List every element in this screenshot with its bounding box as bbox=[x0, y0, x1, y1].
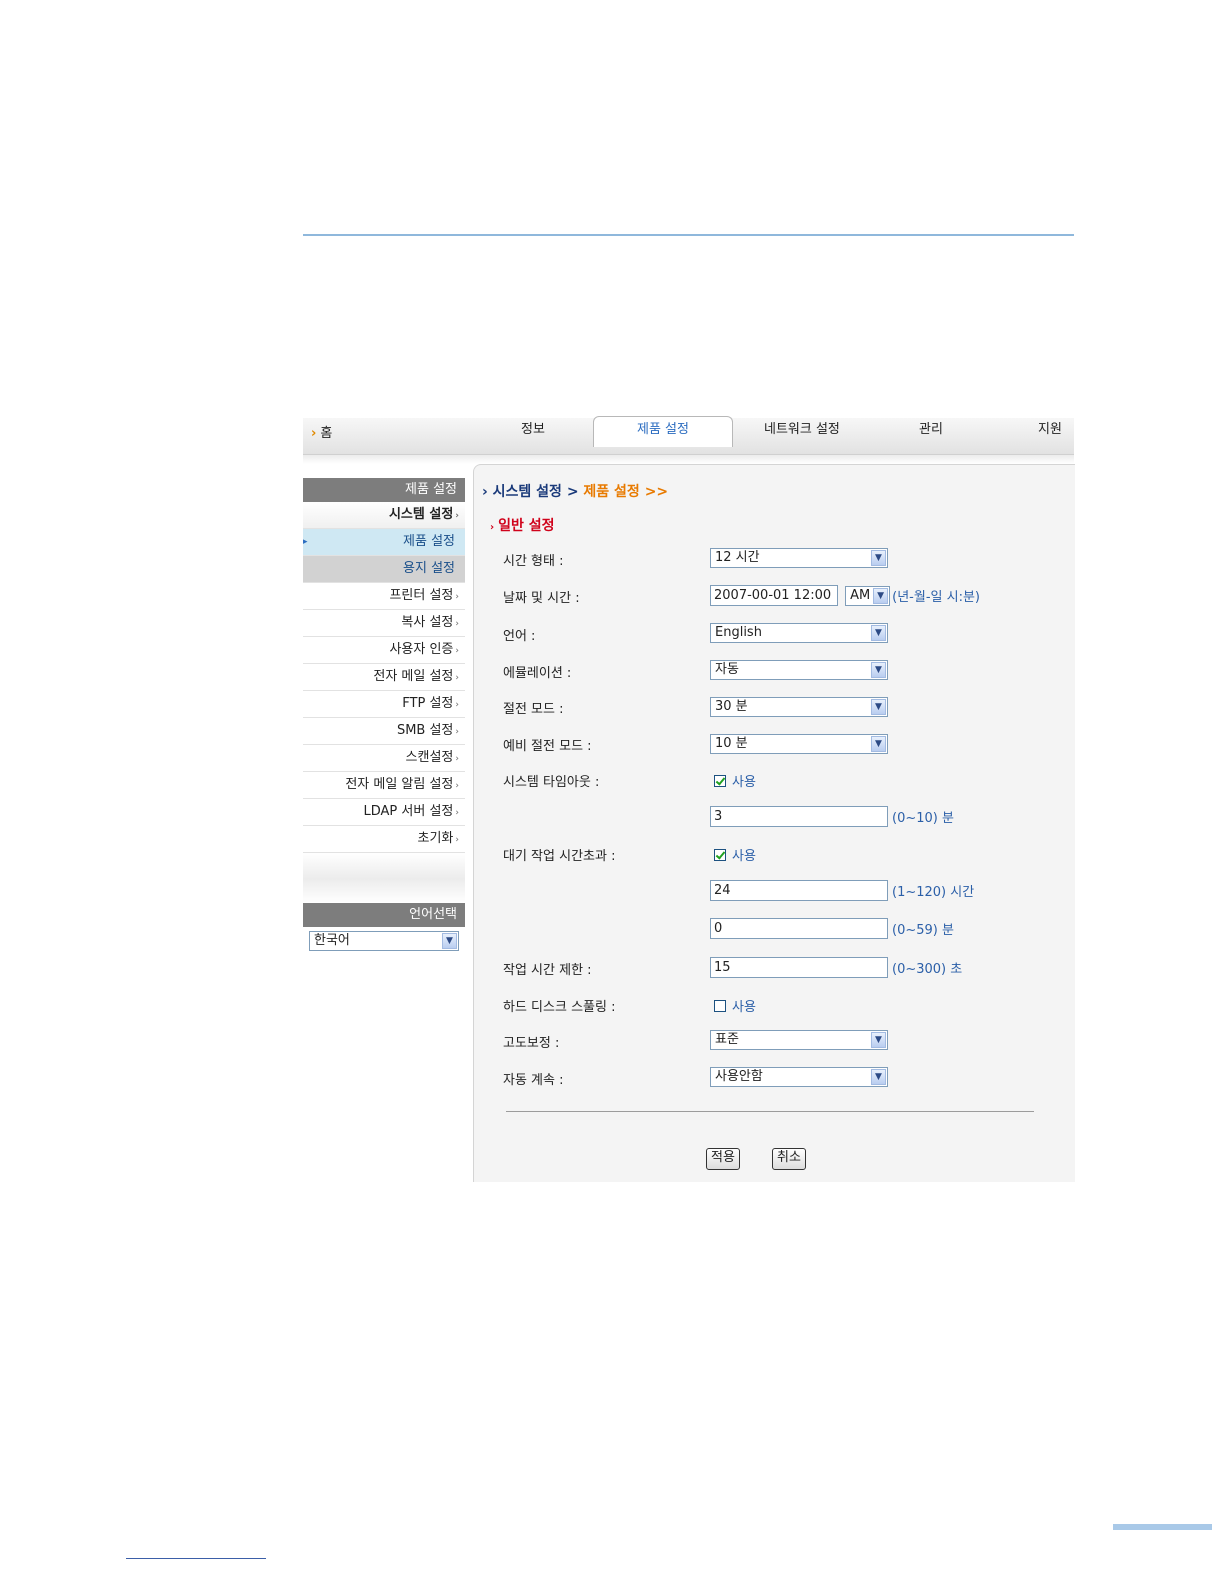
chevron-down-icon: ▼ bbox=[871, 1032, 886, 1048]
chevron-down-icon: ▼ bbox=[871, 1069, 886, 1085]
sidebar-item-ldap-settings[interactable]: LDAP 서버 설정 › bbox=[303, 799, 465, 826]
chevron-right-icon: › bbox=[455, 673, 459, 683]
altitude-label: 고도보정 : bbox=[503, 1036, 560, 1051]
hdd-spooling-label: 하드 디스크 스풀링 : bbox=[503, 1000, 616, 1015]
chevron-right-icon: › bbox=[490, 522, 495, 533]
time-format-select[interactable]: 12 시간 ▼ bbox=[710, 548, 888, 568]
auto-continue-select[interactable]: 사용안함 ▼ bbox=[710, 1067, 888, 1087]
power-save-select[interactable]: 30 분 ▼ bbox=[710, 697, 888, 717]
job-timeout-minutes-hint: (0~59) 분 bbox=[892, 923, 954, 938]
job-timeout-label: 대기 작업 시간초과 : bbox=[503, 849, 616, 864]
sidebar-item-smb-settings[interactable]: SMB 설정 › bbox=[303, 718, 465, 745]
language-select-header: 언어선택 bbox=[303, 903, 465, 927]
system-timeout-label: 시스템 타임아웃 : bbox=[503, 775, 600, 790]
chevron-right-icon: › bbox=[455, 808, 459, 818]
ampm-select[interactable]: AM ▼ bbox=[845, 585, 891, 606]
chevron-down-icon: ▼ bbox=[871, 550, 886, 566]
footer-rule-left bbox=[126, 1558, 266, 1559]
chevron-right-icon: › bbox=[455, 619, 459, 629]
altitude-select[interactable]: 표준 ▼ bbox=[710, 1030, 888, 1050]
sidebar-item-email-alert-settings[interactable]: 전자 메일 알림 설정 › bbox=[303, 772, 465, 799]
chevron-right-icon: › bbox=[482, 484, 488, 500]
system-timeout-hint: (0~10) 분 bbox=[892, 811, 954, 826]
tab-network-settings[interactable]: 네트워크 설정 bbox=[764, 418, 840, 442]
job-timeout-hours-input[interactable]: 24 bbox=[710, 880, 888, 901]
footer-rule-right bbox=[1113, 1524, 1212, 1530]
chevron-down-icon: ▼ bbox=[871, 625, 886, 641]
system-timeout-input[interactable]: 3 bbox=[710, 806, 888, 827]
chevron-down-icon: ▼ bbox=[873, 587, 889, 604]
chevron-right-icon: › bbox=[455, 592, 459, 602]
chevron-right-icon: › bbox=[455, 781, 459, 791]
sidebar-item-ftp-settings[interactable]: FTP 설정 › bbox=[303, 691, 465, 718]
cancel-button[interactable]: 취소 bbox=[772, 1148, 806, 1170]
job-timeout-minutes-input[interactable]: 0 bbox=[710, 918, 888, 939]
chevron-down-icon: ▼ bbox=[871, 736, 886, 752]
sidebar-item-reset[interactable]: 초기화 › bbox=[303, 826, 465, 853]
nav-home[interactable]: › 홈 bbox=[311, 422, 332, 446]
sidebar-item-system-settings[interactable]: 시스템 설정 › bbox=[303, 502, 465, 529]
tab-management[interactable]: 관리 bbox=[919, 418, 943, 442]
tab-product-settings[interactable]: 제품 설정 bbox=[593, 416, 733, 447]
job-time-limit-hint: (0~300) 초 bbox=[892, 962, 963, 977]
triangle-right-icon: ▸ bbox=[303, 537, 308, 547]
sidebar: 제품 설정 시스템 설정 › ▸ 제품 설정 용지 설정 프린터 설정 › 복사 설정… bbox=[303, 478, 465, 959]
chevron-right-icon: › bbox=[455, 700, 459, 710]
datetime-label: 날짜 및 시간 : bbox=[503, 591, 580, 606]
chevron-right-icon: › bbox=[311, 426, 317, 441]
sidebar-item-scan-settings[interactable]: 스캔설정 › bbox=[303, 745, 465, 772]
standby-power-save-select[interactable]: 10 분 ▼ bbox=[710, 734, 888, 754]
apply-button[interactable]: 적용 bbox=[706, 1148, 740, 1170]
sidebar-item-product-settings[interactable]: ▸ 제품 설정 bbox=[303, 529, 465, 556]
tab-info[interactable]: 정보 bbox=[521, 418, 545, 442]
chevron-right-icon: › bbox=[455, 835, 459, 845]
sidebar-item-paper-settings[interactable]: 용지 설정 bbox=[303, 556, 465, 583]
datetime-input[interactable]: 2007-00-01 12:00 bbox=[710, 585, 838, 606]
sidebar-item-user-auth[interactable]: 사용자 인증 › bbox=[303, 637, 465, 664]
chevron-right-icon: › bbox=[455, 727, 459, 737]
hdd-spooling-checkbox[interactable] bbox=[714, 999, 726, 1012]
sidebar-header: 제품 설정 bbox=[303, 478, 465, 502]
sidebar-item-email-settings[interactable]: 전자 메일 설정 › bbox=[303, 664, 465, 691]
datetime-hint: (년-월-일 시:분) bbox=[892, 590, 980, 605]
emulation-label: 에뮬레이션 : bbox=[503, 666, 572, 681]
time-format-label: 시간 형태 : bbox=[503, 554, 564, 569]
auto-continue-label: 자동 계속 : bbox=[503, 1073, 564, 1088]
header-rule bbox=[303, 234, 1074, 236]
section-title: › 일반 설정 bbox=[490, 518, 555, 534]
breadcrumb: › 시스템 설정 > 제품 설정 >> bbox=[482, 484, 669, 500]
chevron-down-icon: ▼ bbox=[871, 662, 886, 678]
job-timeout-checkbox[interactable] bbox=[714, 848, 726, 861]
system-timeout-checkbox[interactable] bbox=[714, 774, 726, 787]
device-language-select[interactable]: English ▼ bbox=[710, 623, 888, 643]
language-label: 언어 : bbox=[503, 629, 536, 644]
chevron-right-icon: › bbox=[455, 754, 459, 764]
sidebar-item-copy-settings[interactable]: 복사 설정 › bbox=[303, 610, 465, 637]
chevron-right-icon: › bbox=[455, 511, 459, 521]
top-navigation: › 홈 정보 제품 설정 네트워크 설정 관리 지원 bbox=[303, 414, 1074, 464]
form-divider bbox=[506, 1111, 1034, 1112]
language-select[interactable]: 한국어 ▼ bbox=[309, 931, 459, 951]
job-time-limit-label: 작업 시간 제한 : bbox=[503, 963, 592, 978]
content-panel: › 시스템 설정 > 제품 설정 >> › 일반 설정 시간 형태 : 12 시간… bbox=[473, 464, 1075, 1182]
job-time-limit-input[interactable]: 15 bbox=[710, 957, 888, 978]
chevron-right-icon: › bbox=[455, 646, 459, 656]
power-save-label: 절전 모드 : bbox=[503, 702, 564, 717]
chevron-down-icon: ▼ bbox=[871, 699, 886, 715]
standby-power-save-label: 예비 절전 모드 : bbox=[503, 739, 592, 754]
sidebar-item-printer-settings[interactable]: 프린터 설정 › bbox=[303, 583, 465, 610]
emulation-select[interactable]: 자동 ▼ bbox=[710, 660, 888, 680]
job-timeout-hours-hint: (1~120) 시간 bbox=[892, 885, 975, 900]
tab-support[interactable]: 지원 bbox=[1038, 418, 1062, 442]
chevron-down-icon: ▼ bbox=[442, 933, 457, 949]
